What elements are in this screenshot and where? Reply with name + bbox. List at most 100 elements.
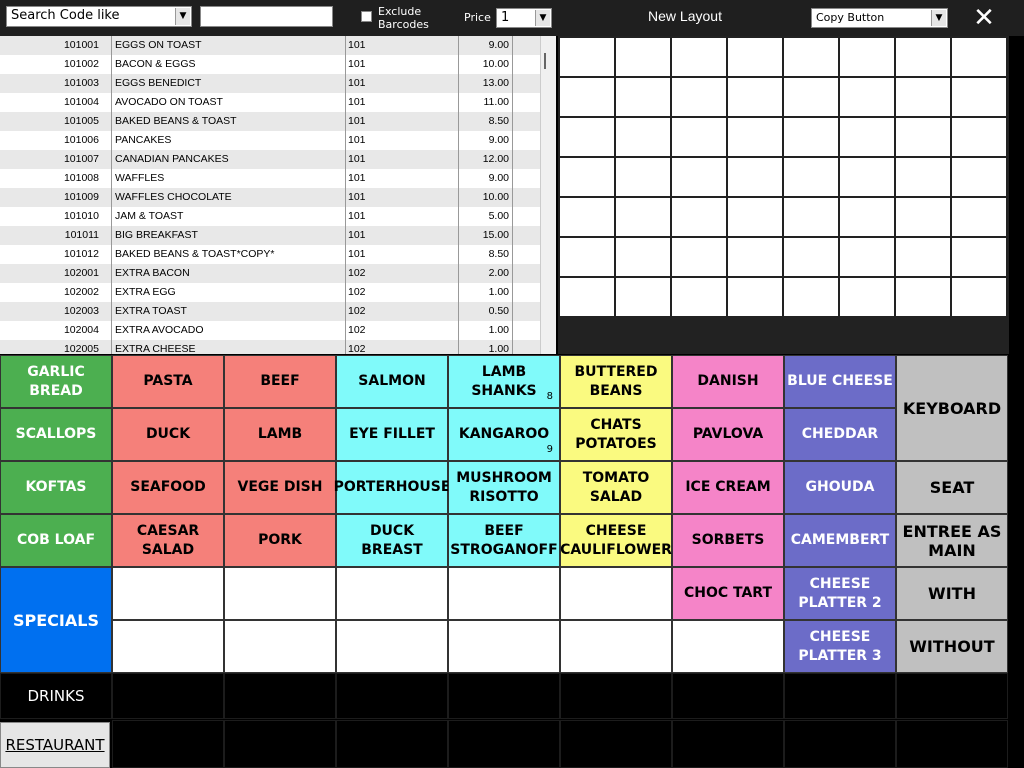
layout-grid-cell[interactable]: [896, 78, 950, 116]
empty-button[interactable]: [448, 673, 560, 719]
menu-button-ice-cream[interactable]: ICE CREAM: [672, 461, 784, 514]
empty-button[interactable]: [112, 720, 224, 768]
layout-grid-cell[interactable]: [896, 118, 950, 156]
list-item[interactable]: 101008 WAFFLES 101 9.00: [0, 169, 540, 188]
layout-grid-cell[interactable]: [616, 278, 670, 316]
keyboard-button[interactable]: KEYBOARD: [896, 355, 1008, 461]
layout-grid-cell[interactable]: [560, 158, 614, 196]
layout-grid-cell[interactable]: [784, 118, 838, 156]
layout-grid-cell[interactable]: [840, 238, 894, 276]
layout-grid-cell[interactable]: [952, 198, 1006, 236]
layout-grid-cell[interactable]: [784, 278, 838, 316]
layout-grid-cell[interactable]: [728, 238, 782, 276]
list-item[interactable]: 102003 EXTRA TOAST 102 0.50: [0, 302, 540, 321]
layout-grid-cell[interactable]: [560, 78, 614, 116]
layout-grid-cell[interactable]: [728, 38, 782, 76]
menu-button-chats-potatoes[interactable]: CHATS POTATOES: [560, 408, 672, 461]
menu-button-danish[interactable]: DANISH: [672, 355, 784, 408]
drinks-tab[interactable]: DRINKS: [0, 673, 112, 719]
scrollbar-thumb[interactable]: [544, 53, 546, 69]
layout-grid-cell[interactable]: [728, 78, 782, 116]
empty-button[interactable]: [336, 620, 448, 673]
menu-button-duck-breast[interactable]: DUCK BREAST: [336, 514, 448, 567]
empty-button[interactable]: [336, 720, 448, 768]
layout-grid-cell[interactable]: [616, 158, 670, 196]
empty-button[interactable]: [560, 620, 672, 673]
layout-grid-cell[interactable]: [840, 198, 894, 236]
seat-button[interactable]: SEAT: [896, 461, 1008, 514]
layout-grid-cell[interactable]: [616, 78, 670, 116]
layout-grid-cell[interactable]: [952, 38, 1006, 76]
menu-button-seafood[interactable]: SEAFOOD: [112, 461, 224, 514]
menu-button-vege-dish[interactable]: VEGE DISH: [224, 461, 336, 514]
empty-button[interactable]: [336, 673, 448, 719]
layout-grid-cell[interactable]: [560, 38, 614, 76]
menu-button-choc-tart[interactable]: CHOC TART: [672, 567, 784, 620]
exclude-barcodes-checkbox[interactable]: [361, 11, 372, 22]
price-level-select[interactable]: 1 ▼: [496, 8, 552, 28]
empty-button[interactable]: [896, 673, 1008, 719]
menu-button-buttered-beans[interactable]: BUTTERED BEANS: [560, 355, 672, 408]
layout-grid-cell[interactable]: [784, 78, 838, 116]
layout-grid-cell[interactable]: [728, 198, 782, 236]
copy-mode-select[interactable]: Copy Button ▼: [811, 8, 948, 28]
layout-grid-cell[interactable]: [560, 118, 614, 156]
menu-button-cheddar[interactable]: CHEDDAR: [784, 408, 896, 461]
empty-button[interactable]: [560, 720, 672, 768]
layout-grid-cell[interactable]: [896, 278, 950, 316]
empty-button[interactable]: [224, 720, 336, 768]
menu-button-ghouda[interactable]: GHOUDA: [784, 461, 896, 514]
layout-grid-cell[interactable]: [672, 78, 726, 116]
menu-button-duck[interactable]: DUCK: [112, 408, 224, 461]
empty-button[interactable]: [448, 567, 560, 620]
menu-button-lamb-shanks[interactable]: LAMB SHANKS 8: [448, 355, 560, 408]
menu-button-pasta[interactable]: PASTA: [112, 355, 224, 408]
layout-grid-cell[interactable]: [840, 118, 894, 156]
layout-grid-cell[interactable]: [840, 278, 894, 316]
empty-button[interactable]: [112, 567, 224, 620]
menu-button-pork[interactable]: PORK: [224, 514, 336, 567]
layout-grid-cell[interactable]: [952, 278, 1006, 316]
empty-button[interactable]: [448, 720, 560, 768]
list-item[interactable]: 101002 BACON & EGGS 101 10.00: [0, 55, 540, 74]
menu-button-scallops[interactable]: SCALLOPS: [0, 408, 112, 461]
empty-button[interactable]: [112, 620, 224, 673]
layout-grid-cell[interactable]: [728, 118, 782, 156]
menu-button-salmon[interactable]: SALMON: [336, 355, 448, 408]
layout-grid-cell[interactable]: [952, 238, 1006, 276]
list-item[interactable]: 101009 WAFFLES CHOCOLATE 101 10.00: [0, 188, 540, 207]
layout-grid-cell[interactable]: [672, 278, 726, 316]
layout-grid-cell[interactable]: [672, 38, 726, 76]
menu-button-porterhouse[interactable]: PORTERHOUSE: [334, 461, 450, 514]
layout-grid-cell[interactable]: [840, 78, 894, 116]
layout-grid-cell[interactable]: [784, 238, 838, 276]
menu-button-caesar-salad[interactable]: CAESAR SALAD: [112, 514, 224, 567]
list-item[interactable]: 101011 BIG BREAKFAST 101 15.00: [0, 226, 540, 245]
menu-button-koftas[interactable]: KOFTAS: [0, 461, 112, 514]
empty-button[interactable]: [784, 673, 896, 719]
layout-grid-cell[interactable]: [952, 158, 1006, 196]
empty-button[interactable]: [224, 673, 336, 719]
layout-grid-cell[interactable]: [616, 238, 670, 276]
layout-grid-cell[interactable]: [672, 158, 726, 196]
empty-button[interactable]: [560, 673, 672, 719]
empty-button[interactable]: [784, 720, 896, 768]
empty-button[interactable]: [112, 673, 224, 719]
empty-button[interactable]: [224, 620, 336, 673]
layout-grid-cell[interactable]: [672, 118, 726, 156]
empty-button[interactable]: [672, 673, 784, 719]
list-item[interactable]: 101006 PANCAKES 101 9.00: [0, 131, 540, 150]
menu-button-tomato-salad[interactable]: TOMATO SALAD: [560, 461, 672, 514]
menu-button-cob-loaf[interactable]: COB LOAF: [0, 514, 112, 567]
search-input[interactable]: [200, 6, 333, 27]
layout-grid-cell[interactable]: [560, 198, 614, 236]
menu-button-beef-stroganoff[interactable]: BEEF STROGANOFF: [448, 514, 560, 567]
without-button[interactable]: WITHOUT: [896, 620, 1008, 673]
layout-grid-cell[interactable]: [896, 158, 950, 196]
menu-button-cheese-platter-2[interactable]: CHEESE PLATTER 2: [784, 567, 896, 620]
layout-grid-cell[interactable]: [672, 198, 726, 236]
menu-button-mushroom-risotto[interactable]: MUSHROOM RISOTTO: [448, 461, 560, 514]
empty-button[interactable]: [336, 567, 448, 620]
layout-grid-cell[interactable]: [896, 198, 950, 236]
list-item[interactable]: 102005 EXTRA CHEESE 102 1.00: [0, 340, 540, 354]
